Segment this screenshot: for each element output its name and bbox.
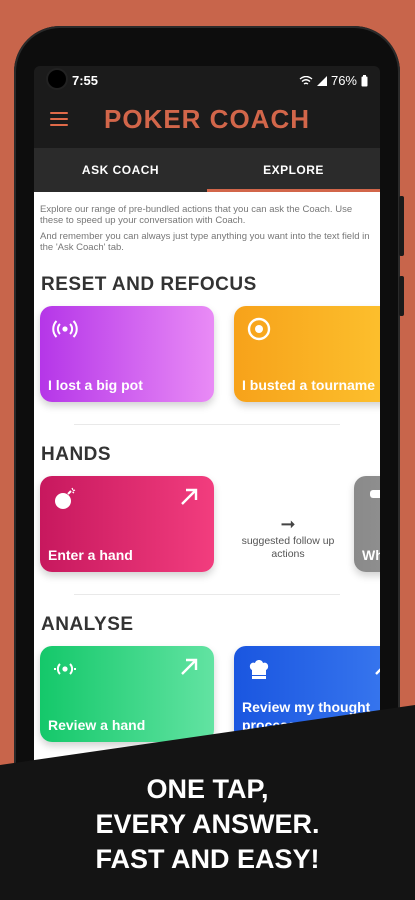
card-label: Wh str (362, 547, 380, 563)
signal-bars-icon (316, 75, 327, 86)
card-label: I lost a big pot (48, 377, 143, 393)
partial-icon (370, 490, 380, 498)
status-bar: 7:55 76% (34, 66, 380, 92)
suggested-text: suggested follow up actions (241, 535, 335, 560)
card-label: Review my thought process (242, 699, 371, 733)
arrow-right-icon: ➞ (280, 514, 296, 534)
card-review-thought-process[interactable]: Review my thought process (234, 646, 380, 742)
section-title-reset: RESET AND REFOCUS (41, 274, 257, 295)
volume-button (399, 196, 404, 256)
tab-bar: ASK COACH EXPLORE (34, 148, 380, 192)
tab-explore[interactable]: EXPLORE (207, 148, 380, 192)
battery-icon (361, 74, 368, 86)
camera-icon (48, 70, 66, 88)
intro-line-2: And remember you can always just type an… (40, 231, 370, 253)
status-time: 7:55 (72, 73, 99, 88)
power-button (399, 276, 404, 316)
signal-icon (54, 663, 76, 675)
banner-line-1: ONE TAP, (146, 774, 269, 804)
app-title: POKER COACH (104, 104, 311, 134)
battery-level: 76% (330, 73, 357, 88)
wifi-icon (299, 75, 313, 85)
banner-tagline: ONE TAP, EVERY ANSWER. FAST AND EASY! (0, 772, 415, 877)
arrow-up-right-icon (375, 658, 380, 675)
hamburger-menu-icon[interactable] (50, 112, 68, 126)
card-busted-tournament[interactable]: I busted a tourname (234, 306, 380, 402)
arrow-up-right-icon (181, 488, 198, 505)
status-icons: 76% (299, 73, 368, 88)
target-icon (247, 317, 271, 341)
card-review-hand[interactable]: Review a hand (40, 646, 214, 742)
section-divider (74, 424, 340, 425)
card-label: Enter a hand (48, 547, 133, 563)
section-divider (74, 594, 340, 595)
banner-line-3: FAST AND EASY! (95, 844, 320, 874)
intro-line-1: Explore our range of pre-bundled actions… (40, 204, 353, 226)
broadcast-icon (52, 320, 78, 338)
card-enter-hand[interactable]: Enter a hand (40, 476, 214, 572)
card-label: Review a hand (48, 717, 146, 733)
card-partial-grey[interactable]: Wh str (354, 476, 380, 572)
intro-text: Explore our range of pre-bundled actions… (40, 204, 374, 253)
app-screen: 7:55 76% POKER COACH ASK COACH EXPLORE E… (34, 66, 380, 806)
section-title-analyse: ANALYSE (41, 614, 134, 635)
app-bar: POKER COACH (34, 92, 380, 148)
phone-frame: 7:55 76% POKER COACH ASK COACH EXPLORE E… (14, 26, 404, 826)
card-lost-big-pot[interactable]: I lost a big pot (40, 306, 214, 402)
explore-content: Explore our range of pre-bundled actions… (34, 192, 380, 806)
chef-hat-icon (249, 660, 269, 679)
bomb-icon (55, 487, 76, 509)
section-title-hands: HANDS (41, 444, 112, 465)
card-label: I busted a tourname (242, 377, 376, 393)
suggested-follow-up: ➞ suggested follow up actions (234, 514, 342, 561)
banner-line-2: EVERY ANSWER. (95, 809, 320, 839)
tab-ask-coach[interactable]: ASK COACH (34, 148, 207, 192)
arrow-up-right-icon (181, 658, 198, 675)
